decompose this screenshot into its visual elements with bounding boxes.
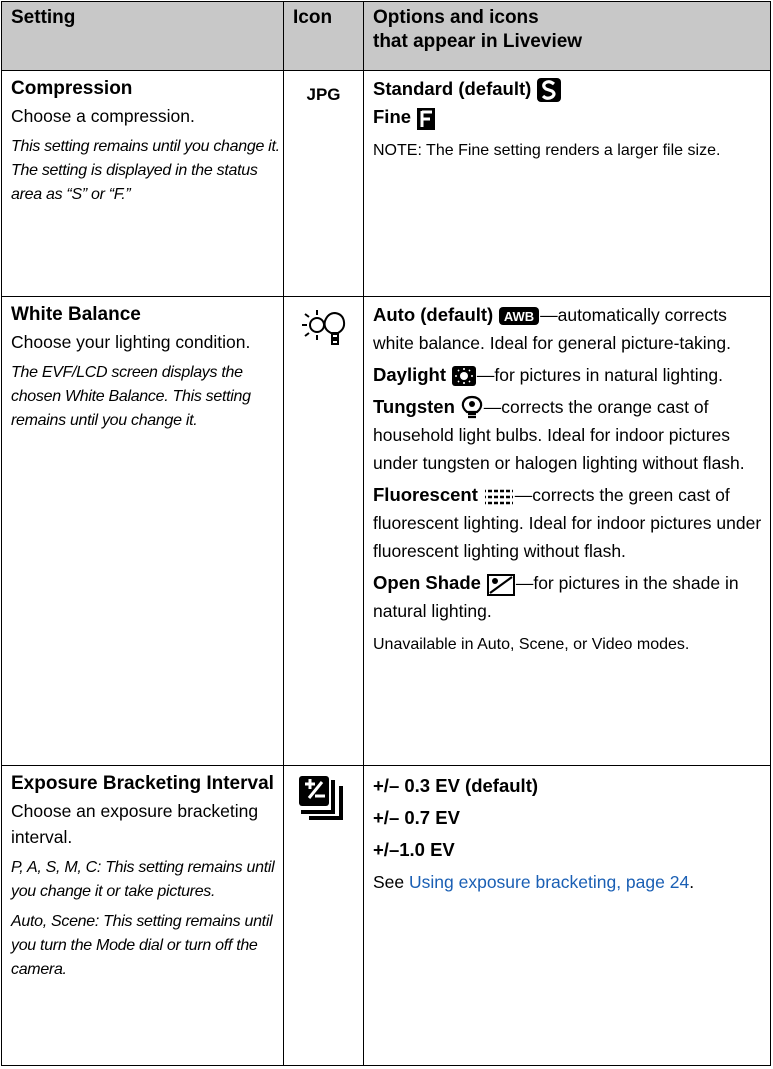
option-item: +/– 0.7 EV [373, 807, 460, 828]
header-setting: Setting [1, 1, 284, 71]
open-shade-icon [486, 573, 515, 596]
options-cell: +/– 0.3 EV (default) +/– 0.7 EV +/–1.0 E… [363, 765, 771, 1066]
option-item: +/–1.0 EV [373, 839, 455, 860]
setting-description: Choose your lighting condition. [11, 332, 251, 352]
setting-title: White Balance [11, 304, 141, 325]
header-options-line2: that appear in Liveview [373, 31, 583, 52]
svg-text:AWB: AWB [504, 309, 534, 324]
header-icon: Icon [283, 1, 364, 71]
option-item: Open Shade —for pictures in the shade in… [373, 572, 739, 622]
table-row: Exposure Bracketing Interval Choose an e… [1, 765, 771, 1066]
option-item: Fluorescent —corrects the green cast of … [373, 484, 762, 562]
icon-cell [283, 296, 364, 766]
option-item: Standard (default) [373, 75, 770, 103]
option-item: +/– 0.3 EV (default) [373, 775, 539, 796]
jpg-icon: JPG [306, 85, 341, 104]
table-row: Compression Choose a compression. This s… [1, 70, 771, 297]
fluorescent-icon [484, 487, 513, 506]
icon-cell: JPG [283, 70, 364, 297]
setting-note: The EVF/LCD screen displays the chosen W… [11, 364, 251, 429]
standard-s-icon [537, 78, 562, 103]
option-footnote: Unavailable in Auto, Scene, or Video mod… [373, 636, 690, 654]
option-footnote: NOTE: The Fine setting renders a larger … [373, 142, 721, 160]
setting-title: Exposure Bracketing Interval [11, 773, 274, 794]
awb-icon: AWB [499, 307, 540, 326]
setting-cell: Compression Choose a compression. This s… [1, 70, 284, 297]
white-balance-icon [301, 310, 345, 345]
fine-f-icon [416, 107, 435, 130]
icon-cell [283, 765, 364, 1066]
see-also: See Using exposure bracketing, page 24. [373, 872, 695, 892]
see-also-link[interactable]: Using exposure bracketing, page 24 [409, 872, 689, 892]
tungsten-icon [461, 396, 483, 419]
options-cell: Auto (default) AWB —automatically correc… [363, 296, 771, 766]
options-cell: Standard (default) Fine NOTE: The Fine s… [363, 70, 771, 297]
option-item: Fine [373, 103, 770, 131]
daylight-icon [451, 366, 476, 387]
option-item: Daylight —for pictures in natural lighti… [373, 361, 770, 389]
table-row: White Balance Choose your lighting condi… [1, 296, 771, 766]
setting-note: P, A, S, M, C: This setting remains unti… [11, 859, 275, 900]
setting-cell: Exposure Bracketing Interval Choose an e… [1, 765, 284, 1066]
setting-note: This setting remains until you change it… [11, 138, 280, 203]
setting-note-2: Auto, Scene: This setting remains until … [11, 913, 273, 978]
exposure-bracketing-icon [298, 776, 343, 820]
option-item: Tungsten —corrects the orange cast of ho… [373, 396, 745, 474]
header-options: Options and icons that appear in Livevie… [363, 1, 771, 71]
setting-title: Compression [11, 78, 133, 99]
option-item: Auto (default) AWB —automatically correc… [373, 304, 731, 353]
header-options-line1: Options and icons [373, 7, 539, 28]
header-row: Setting Icon Options and icons that appe… [1, 1, 771, 71]
setting-cell: White Balance Choose your lighting condi… [1, 296, 284, 766]
setting-description: Choose an exposure bracketing interval. [11, 801, 259, 847]
setting-description: Choose a compression. [11, 106, 195, 126]
settings-table: Setting Icon Options and icons that appe… [1, 1, 771, 1066]
